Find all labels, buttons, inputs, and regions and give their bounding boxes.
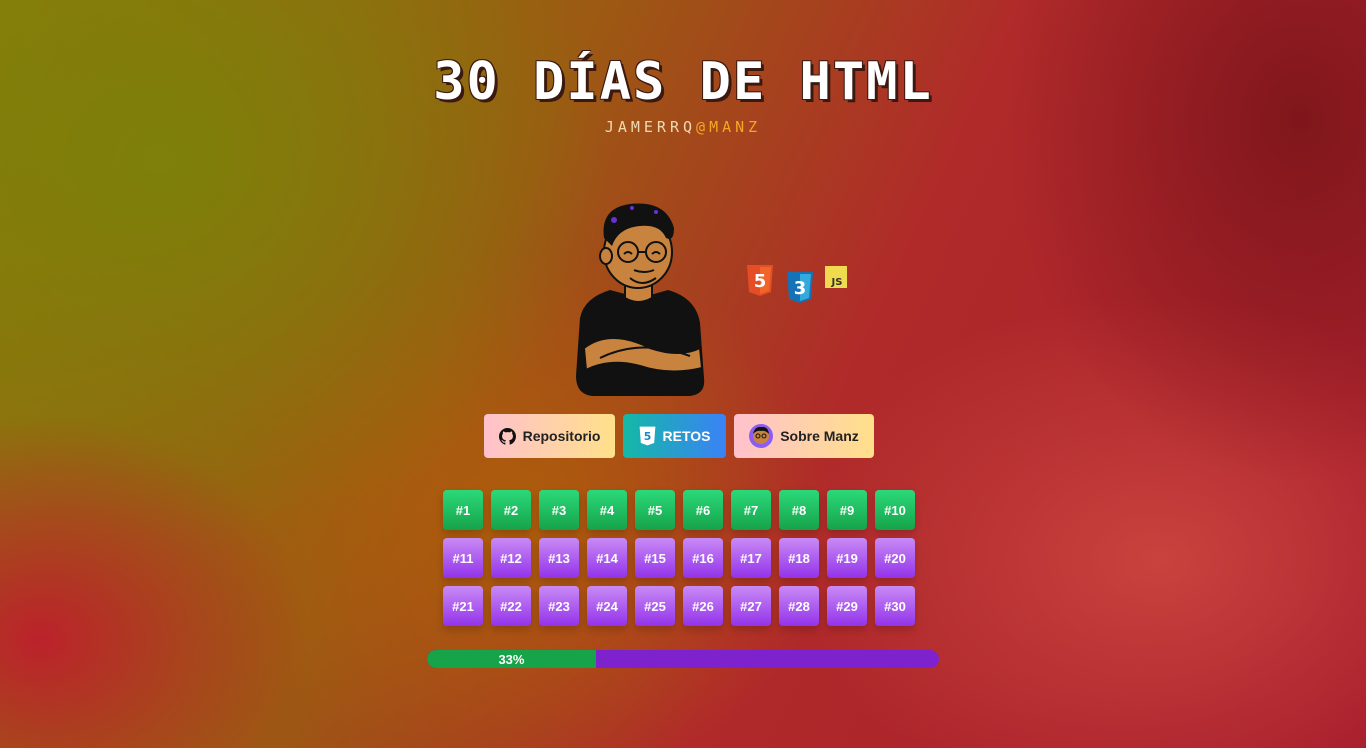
subtitle-at: @ (696, 118, 710, 136)
page-title: 30 DÍAS DE HTML (433, 52, 933, 112)
day-button-14[interactable]: #14 (587, 538, 627, 578)
html5-icon: 5 (639, 426, 655, 446)
day-button-16[interactable]: #16 (683, 538, 723, 578)
retos-button[interactable]: 5 RETOS (623, 414, 726, 458)
day-button-23[interactable]: #23 (539, 586, 579, 626)
day-button-11[interactable]: #11 (443, 538, 483, 578)
day-button-9[interactable]: #9 (827, 490, 867, 530)
day-button-10[interactable]: #10 (875, 490, 915, 530)
day-button-26[interactable]: #26 (683, 586, 723, 626)
retos-label: RETOS (662, 428, 711, 444)
day-button-7[interactable]: #7 (731, 490, 771, 530)
day-button-21[interactable]: #21 (443, 586, 483, 626)
day-button-27[interactable]: #27 (731, 586, 771, 626)
manz-avatar-icon (749, 424, 774, 448)
day-button-4[interactable]: #4 (587, 490, 627, 530)
day-button-3[interactable]: #3 (539, 490, 579, 530)
progress-bar: 33% (427, 650, 939, 668)
css3-icon: 3 (787, 272, 813, 303)
retos-html5-number: 5 (643, 430, 651, 443)
day-button-17[interactable]: #17 (731, 538, 771, 578)
day-button-22[interactable]: #22 (491, 586, 531, 626)
avatar (576, 203, 705, 396)
html5-number: 5 (754, 271, 767, 292)
day-button-6[interactable]: #6 (683, 490, 723, 530)
repositorio-button[interactable]: Repositorio (484, 414, 615, 458)
day-button-18[interactable]: #18 (779, 538, 819, 578)
day-button-19[interactable]: #19 (827, 538, 867, 578)
day-button-13[interactable]: #13 (539, 538, 579, 578)
css3-number: 3 (794, 278, 807, 299)
day-button-12[interactable]: #12 (491, 538, 531, 578)
day-button-8[interactable]: #8 (779, 490, 819, 530)
sobre-manz-button[interactable]: Sobre Manz (734, 414, 874, 458)
subtitle-user: JAMERRQ (604, 118, 697, 136)
day-button-25[interactable]: #25 (635, 586, 675, 626)
day-button-1[interactable]: #1 (443, 490, 483, 530)
day-button-28[interactable]: #28 (779, 586, 819, 626)
day-button-5[interactable]: #5 (635, 490, 675, 530)
sobre-manz-label: Sobre Manz (780, 428, 859, 444)
page-subtitle: JAMERRQ@MANZ (0, 118, 1366, 136)
javascript-label: JS (831, 277, 843, 288)
github-icon (498, 427, 516, 445)
day-button-29[interactable]: #29 (827, 586, 867, 626)
day-button-24[interactable]: #24 (587, 586, 627, 626)
subtitle-brand: MANZ (709, 118, 762, 136)
day-button-30[interactable]: #30 (875, 586, 915, 626)
progress-fill: 33% (427, 650, 596, 668)
day-button-20[interactable]: #20 (875, 538, 915, 578)
javascript-icon: JS (825, 266, 847, 288)
repositorio-label: Repositorio (522, 428, 601, 444)
html5-icon: 5 (747, 265, 773, 296)
day-button-2[interactable]: #2 (491, 490, 531, 530)
progress-label: 33% (498, 651, 525, 667)
day-button-15[interactable]: #15 (635, 538, 675, 578)
